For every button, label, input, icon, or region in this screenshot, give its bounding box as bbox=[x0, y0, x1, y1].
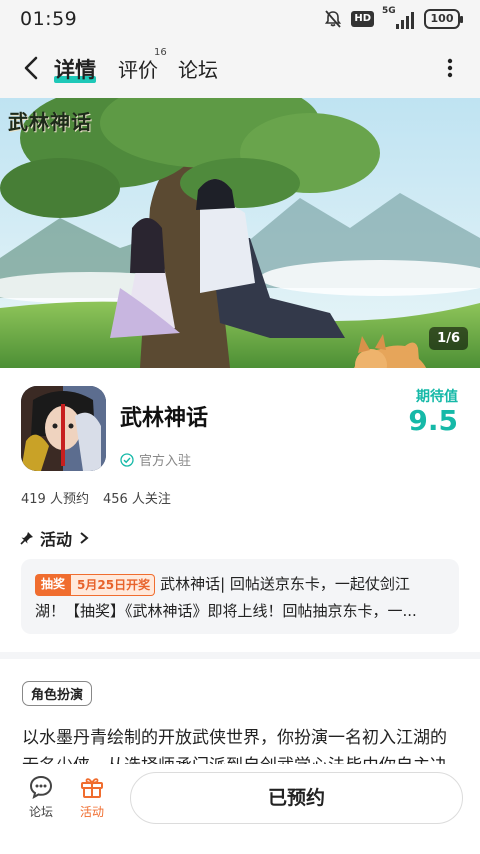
tab-details[interactable]: 详情 bbox=[54, 54, 96, 84]
activity-text-line1: 武林神话| 回帖送京东卡，一起仗剑江 bbox=[160, 575, 410, 593]
chevron-left-icon[interactable] bbox=[18, 54, 46, 82]
expectation-value: 9.5 bbox=[408, 404, 458, 437]
banner-carousel[interactable]: 武林神话 1/6 bbox=[0, 98, 480, 368]
activity-section-header[interactable]: 活动 bbox=[20, 526, 90, 550]
forum-chat-icon bbox=[29, 775, 53, 799]
gift-icon bbox=[81, 778, 103, 798]
game-title: 武林神话 bbox=[120, 406, 209, 431]
genre-tag[interactable]: 角色扮演 bbox=[22, 681, 93, 706]
activity-text-line2: 湖！【抽奖】《武林神话》即将上线！回帖抽京东卡，一... bbox=[35, 602, 417, 620]
reservation-count: 419 人预约 bbox=[21, 492, 89, 507]
expectation-label: 期待值 bbox=[416, 389, 458, 405]
banner-artwork bbox=[0, 98, 480, 368]
hd-icon: HD bbox=[351, 11, 374, 27]
bottom-activity-button[interactable]: 活动 bbox=[69, 774, 115, 820]
banner-pager: 1/6 bbox=[429, 327, 468, 350]
review-count: 16 bbox=[154, 47, 167, 58]
chevron-right-icon bbox=[80, 532, 89, 544]
bottom-action-bar: 论坛 活动 已预约 bbox=[0, 764, 480, 854]
tab-forum[interactable]: 论坛 bbox=[178, 54, 218, 83]
status-bar: 01:59 HD 5G 100 bbox=[0, 0, 480, 38]
5g-signal-icon: 5G bbox=[382, 6, 416, 29]
status-time: 01:59 bbox=[20, 8, 78, 30]
verified-check-icon bbox=[120, 452, 134, 467]
official-badge: 官方入驻 bbox=[120, 450, 191, 469]
game-stats: 419 人预约 456 人关注 bbox=[21, 488, 171, 507]
top-nav: 详情 评价 16 论坛 bbox=[0, 38, 480, 98]
lottery-tag: 抽奖 5月25日开奖 bbox=[35, 574, 156, 596]
more-vertical-icon[interactable] bbox=[438, 56, 462, 80]
follower-count: 456 人关注 bbox=[102, 492, 171, 507]
section-divider bbox=[0, 652, 480, 659]
lottery-tag-date: 5月25日开奖 bbox=[71, 574, 156, 596]
activity-card[interactable]: 抽奖 5月25日开奖 武林神话| 回帖送京东卡，一起仗剑江 湖！【抽奖】《武林神… bbox=[21, 559, 459, 634]
tab-reviews[interactable]: 评价 16 bbox=[118, 47, 167, 83]
reserved-button[interactable]: 已预约 bbox=[130, 772, 463, 824]
activity-heading: 活动 bbox=[40, 530, 73, 549]
pin-icon bbox=[20, 532, 33, 545]
status-icons: HD 5G 100 bbox=[323, 6, 463, 30]
mute-bell-icon bbox=[325, 10, 342, 28]
lottery-tag-type: 抽奖 bbox=[35, 574, 72, 596]
bottom-forum-button[interactable]: 论坛 bbox=[18, 774, 64, 820]
game-app-icon bbox=[21, 386, 106, 471]
banner-logo: 武林神话 bbox=[8, 110, 92, 134]
battery-icon: 100 bbox=[424, 9, 463, 29]
game-detail-page: 01:59 HD 5G 100 详情 评价 16 论坛 武林神话 1/6 武林神… bbox=[0, 0, 480, 854]
expectation-score: 期待值 9.5 bbox=[408, 386, 458, 436]
